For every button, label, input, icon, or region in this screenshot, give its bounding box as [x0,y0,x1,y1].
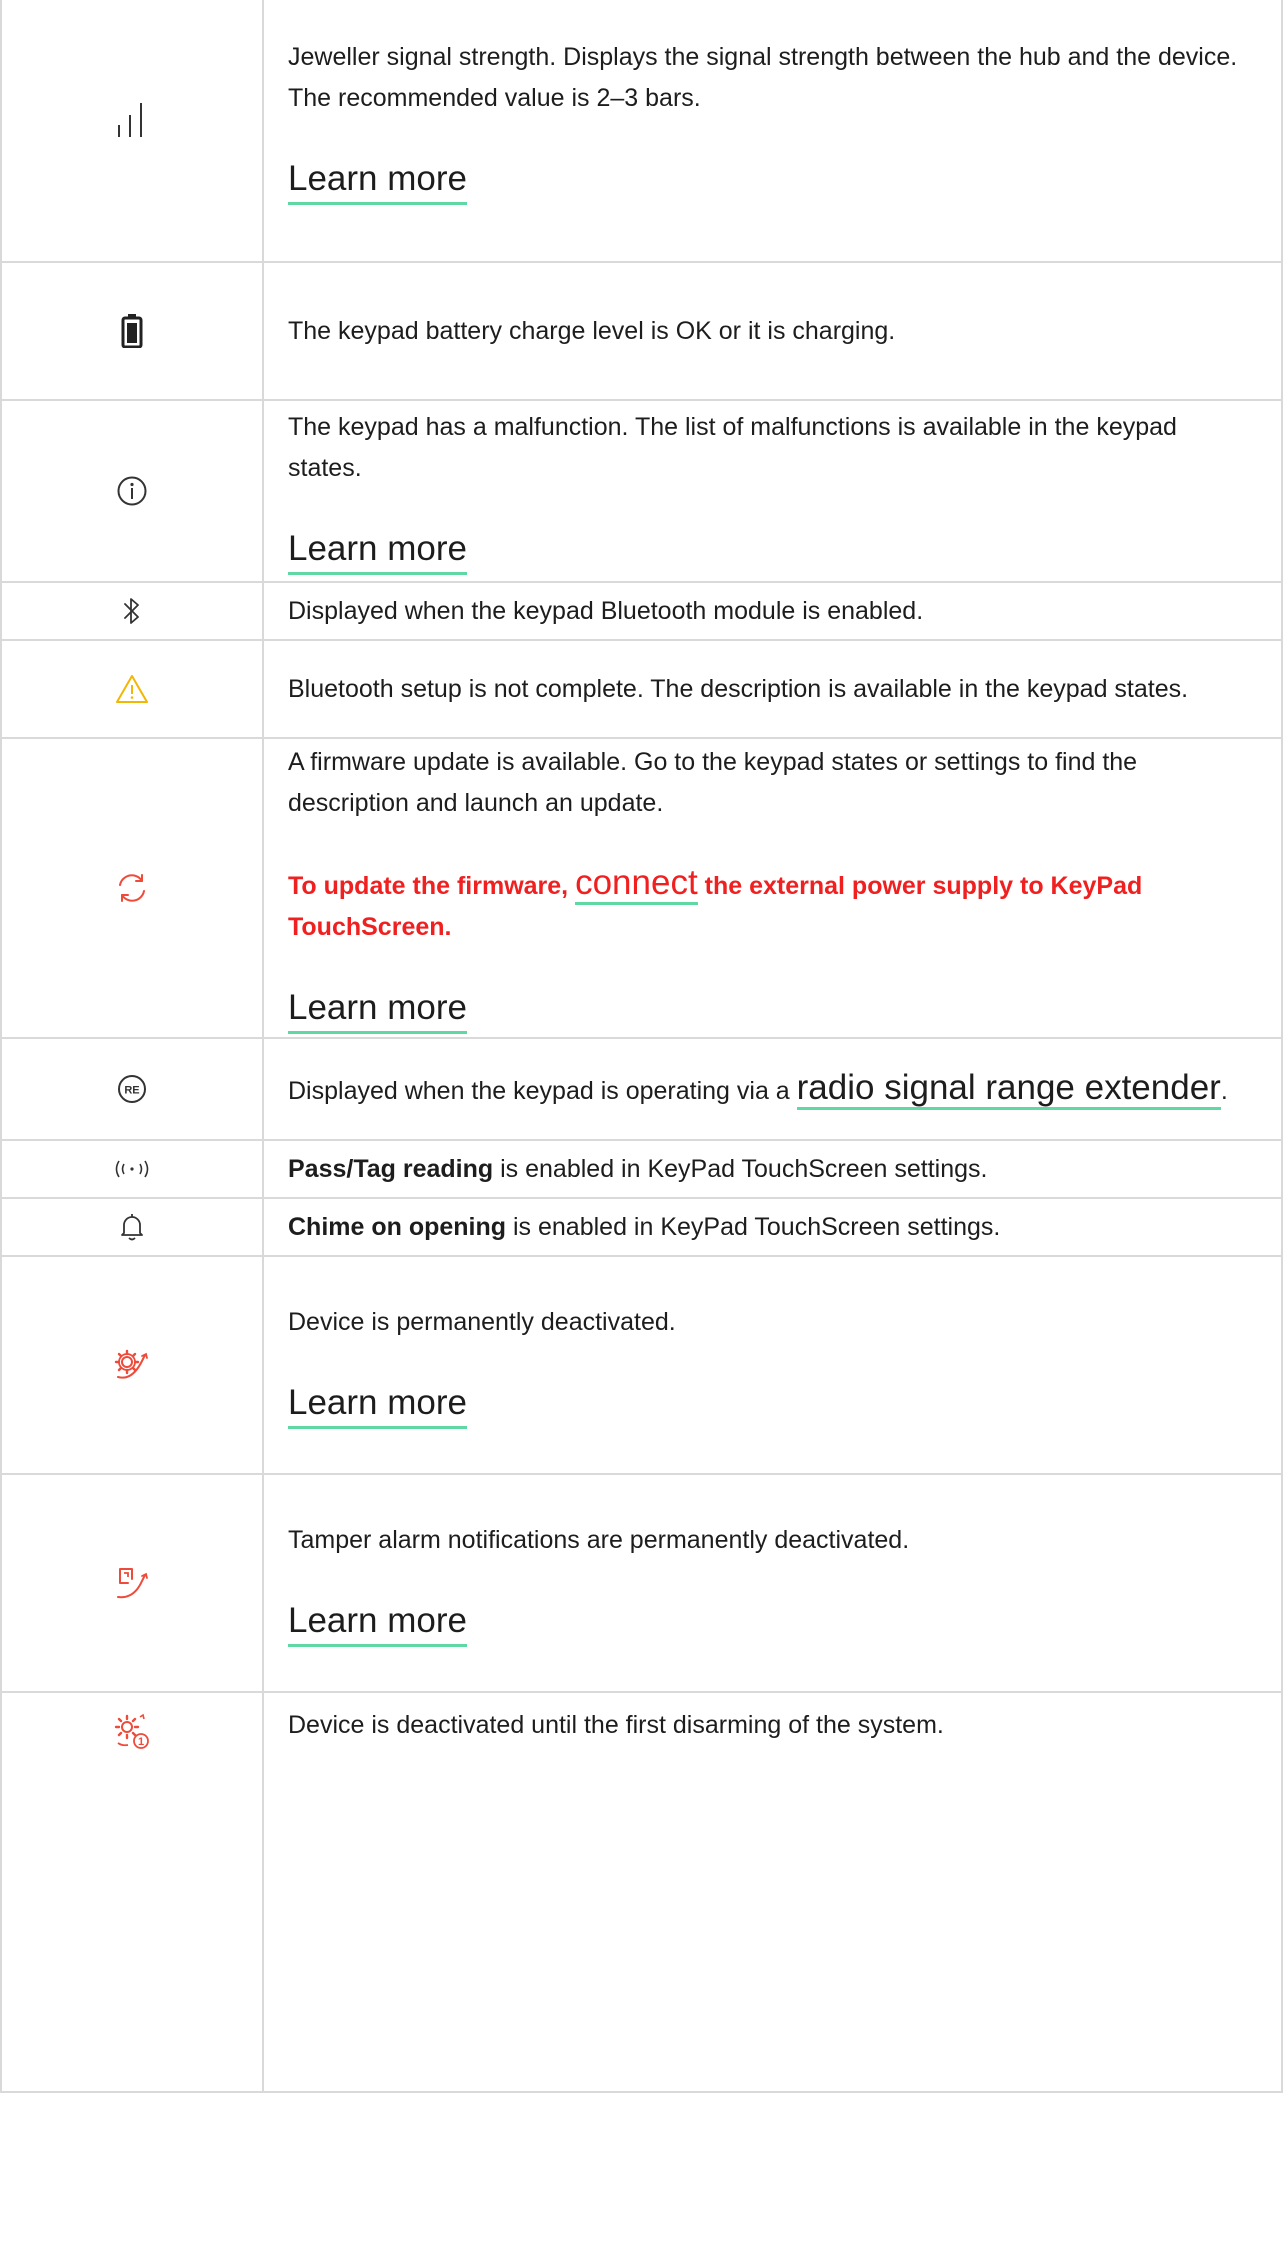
icon-cell [0,581,264,641]
icon-cell [0,1255,264,1475]
table-row: Pass/Tag reading is enabled in KeyPad To… [0,1139,1283,1199]
description-cell: Pass/Tag reading is enabled in KeyPad To… [262,1139,1283,1199]
learn-more-link[interactable]: Learn more [288,527,467,575]
icon-cell [0,737,264,1039]
icon-cell [0,261,264,401]
icon-cell [0,399,264,583]
connect-link[interactable]: connect [575,863,698,905]
description-cell: Tamper alarm notifications are permanent… [262,1473,1283,1693]
table-row: A firmware update is available. Go to th… [0,737,1283,1039]
battery-icon [121,314,143,348]
icon-cell [0,639,264,739]
table-row: Bluetooth setup is not complete. The des… [0,639,1283,739]
learn-more-link[interactable]: Learn more [288,986,467,1034]
setting-name: Chime on opening [288,1212,507,1241]
icon-cell: 1 [0,1691,264,2093]
description-cell: Chime on opening is enabled in KeyPad To… [262,1197,1283,1257]
svg-text:1: 1 [138,1736,144,1748]
row-text: Tamper alarm notifications are permanent… [288,1525,910,1554]
icon-cell [0,1139,264,1199]
icon-cell [0,0,264,263]
icon-cell [0,1473,264,1693]
bell-icon [119,1214,145,1241]
firmware-update-icon [115,874,149,902]
text-pre: Displayed when the keypad is operating v… [288,1076,790,1105]
row-text: The keypad has a malfunction. The list o… [288,413,1177,482]
table-row: RE Displayed when the keypad is operatin… [0,1037,1283,1141]
description-cell: Jeweller signal strength. Displays the s… [262,0,1283,263]
row-text: Chime on opening is enabled in KeyPad To… [288,1207,1241,1248]
learn-more-link[interactable]: Learn more [288,1599,467,1647]
description-cell: Bluetooth setup is not complete. The des… [262,639,1283,739]
row-text: Displayed when the keypad Bluetooth modu… [288,596,924,625]
warning-icon [115,675,149,703]
icons-table: Jeweller signal strength. Displays the s… [0,0,1283,2093]
table-row: Jeweller signal strength. Displays the s… [0,0,1283,263]
table-row: 1 Device is deactivated until the first … [0,1691,1283,2093]
setting-text: is enabled in KeyPad TouchScreen setting… [500,1154,988,1183]
table-row: Tamper alarm notifications are permanent… [0,1473,1283,1693]
info-icon [116,476,148,506]
row-text: The keypad battery charge level is OK or… [288,316,896,345]
description-cell: Displayed when the keypad is operating v… [262,1037,1283,1141]
description-cell: Device is deactivated until the first di… [262,1691,1283,2093]
table-row: Chime on opening is enabled in KeyPad To… [0,1197,1283,1257]
table-row: The keypad battery charge level is OK or… [0,261,1283,401]
row-text: Bluetooth setup is not complete. The des… [288,674,1189,703]
learn-more-link[interactable]: Learn more [288,1381,467,1429]
row-text: Displayed when the keypad is operating v… [288,1066,1241,1113]
pass-tag-icon [112,1160,152,1178]
table-row: Device is permanently deactivated. Learn… [0,1255,1283,1475]
range-extender-link[interactable]: radio signal range extender [796,1067,1221,1110]
description-cell: Device is permanently deactivated. Learn… [262,1255,1283,1475]
row-text: Pass/Tag reading is enabled in KeyPad To… [288,1149,1241,1190]
description-cell: Displayed when the keypad Bluetooth modu… [262,581,1283,641]
table-row: The keypad has a malfunction. The list o… [0,399,1283,583]
description-cell: A firmware update is available. Go to th… [262,737,1283,1039]
bluetooth-icon [123,598,141,624]
tamper-deactivated-icon [112,1568,152,1599]
icon-cell [0,1197,264,1257]
device-deactivated-icon [112,1349,152,1379]
learn-more-link[interactable]: Learn more [288,157,467,205]
signal-strength-icon [112,102,152,137]
firmware-warning: To update the firmware, connect the exte… [288,862,1241,948]
row-text: Jeweller signal strength. Displays the s… [288,42,1238,112]
setting-name: Pass/Tag reading [288,1154,494,1183]
row-text: Device is permanently deactivated. [288,1307,676,1336]
range-extender-icon: RE [117,1075,147,1103]
icon-cell: RE [0,1037,264,1141]
text-post: . [1220,1076,1228,1105]
row-text: Device is deactivated until the first di… [288,1711,944,1739]
description-cell: The keypad has a malfunction. The list o… [262,399,1283,583]
setting-text: is enabled in KeyPad TouchScreen setting… [513,1212,1001,1241]
row-text: A firmware update is available. Go to th… [288,748,1138,817]
svg-text:RE: RE [124,1085,139,1097]
description-cell: The keypad battery charge level is OK or… [262,261,1283,401]
deactivated-until-disarm-icon: 1 [112,1713,152,1749]
table-row: Displayed when the keypad Bluetooth modu… [0,581,1283,641]
warning-text-pre: To update the firmware, [288,872,569,900]
